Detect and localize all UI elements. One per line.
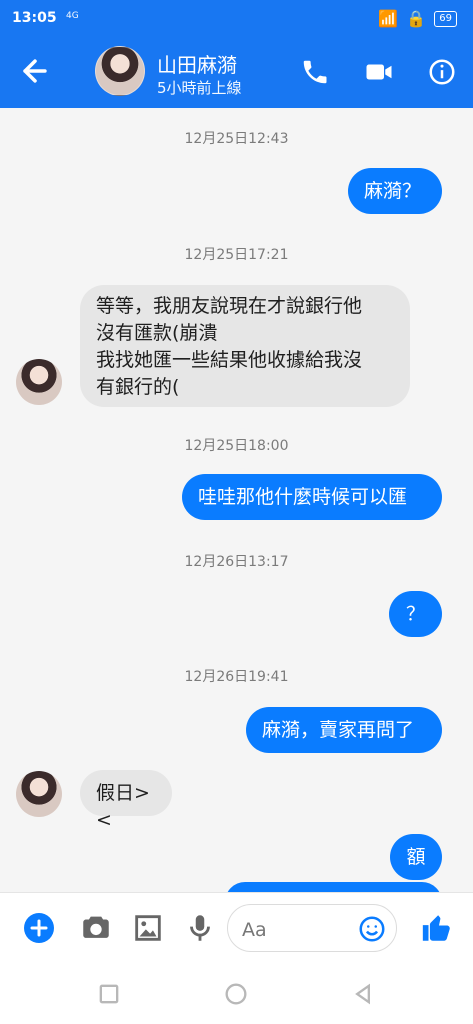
image-icon[interactable] [131,911,165,945]
network-indicator: 4G [66,11,79,21]
recent-square-icon[interactable] [95,980,123,1008]
contact-avatar[interactable] [95,46,145,96]
chat-header: 山田麻漪 5小時前上線 [0,34,473,108]
android-navigation-bar [0,964,473,1024]
camera-icon[interactable] [79,911,113,945]
contact-avatar-small [16,359,62,405]
timestamp: 12月25日17:21 [184,247,289,263]
thumbs-up-icon[interactable] [420,911,454,945]
presence-status: 5小時前上線 [157,79,242,97]
info-icon[interactable] [427,57,457,87]
emoji-icon[interactable] [357,914,387,948]
home-circle-icon[interactable] [222,980,250,1008]
back-triangle-icon[interactable] [349,980,377,1008]
message-placeholder: Aa [242,919,267,941]
contact-name: 山田麻漪 [157,53,237,77]
outgoing-message[interactable]: 麻漪？ [348,168,442,214]
plus-icon[interactable] [22,911,56,945]
signal-icon: 📶 [378,9,399,28]
message-input[interactable]: Aa [227,904,397,952]
outgoing-message-partial [225,882,442,892]
incoming-message[interactable]: 等等，我朋友說現在才說銀行他 沒有匯款(崩潰 我找她匯一些結果他收據給我沒 有銀… [80,285,410,407]
timestamp: 12月25日18:00 [184,438,289,454]
timestamp: 12月26日19:41 [184,669,289,685]
phone-icon[interactable] [300,57,330,87]
outgoing-message[interactable]: 額 [390,834,442,880]
message-line: 我找她匯一些結果他收據給我沒 [96,349,363,371]
incoming-message[interactable]: 假日>< [80,770,172,831]
battery-indicator: 69 [434,10,457,27]
back-arrow-icon[interactable] [18,54,52,88]
status-right: 📶 🔒 69 [378,9,457,28]
timestamp: 12月25日12:43 [184,131,289,147]
message-composer: Aa [0,892,473,965]
contact-avatar-small [16,771,62,817]
message-thread[interactable]: 12月25日12:43 麻漪？ 12月25日17:21 等等，我朋友說現在才說銀… [0,108,473,892]
timestamp: 12月26日13:17 [184,554,289,570]
status-bar: 13:05 4G 📶 🔒 69 [0,0,473,34]
message-line: 沒有匯款(崩潰 [96,322,218,344]
message-line: 等等，我朋友說現在才說銀行他 [96,295,363,317]
outgoing-message[interactable]: 哇哇那他什麼時候可以匯 [182,474,442,520]
outgoing-message[interactable]: ？ [389,591,442,637]
message-line: 有銀行的( [96,376,180,398]
video-camera-icon[interactable] [364,57,394,87]
microphone-icon[interactable] [183,911,217,945]
outgoing-message[interactable]: 麻漪，賣家再問了 [246,707,442,753]
lock-icon: 🔒 [406,9,427,28]
status-time: 13:05 [12,10,57,26]
